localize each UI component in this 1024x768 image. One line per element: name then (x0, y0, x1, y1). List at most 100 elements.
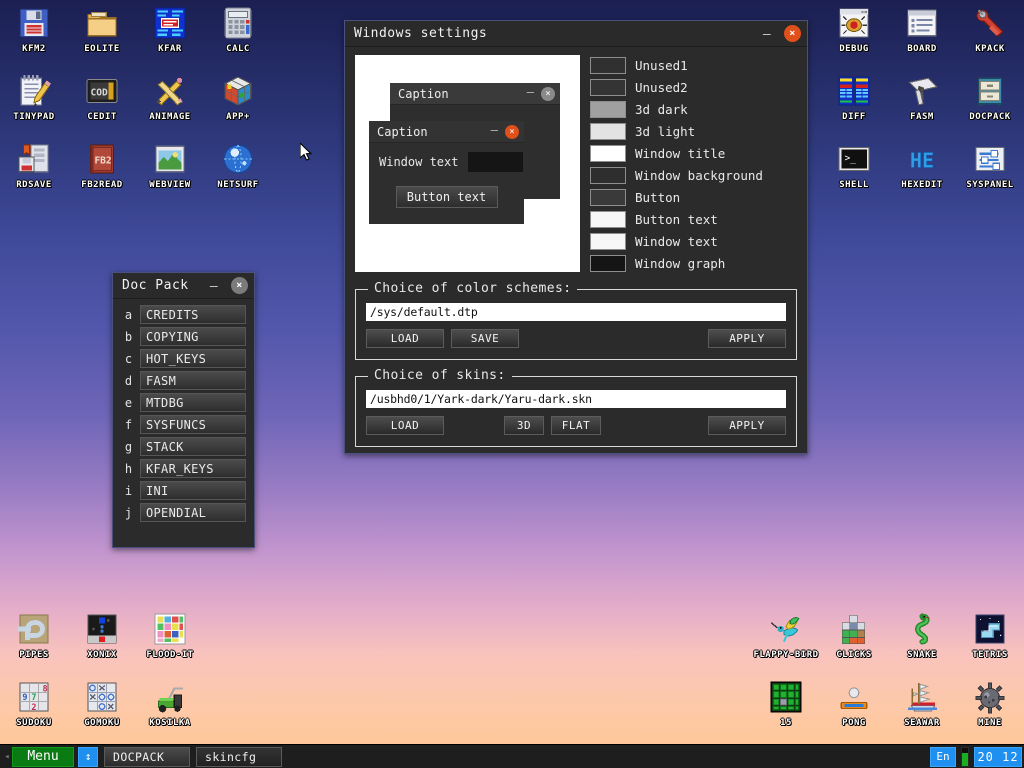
desktop-icon-xonix[interactable]: XONIX (68, 612, 136, 680)
docpack-item[interactable]: d FASM (121, 371, 246, 390)
docpack-item-button[interactable]: KFAR_KEYS (140, 459, 246, 478)
taskbar-resize-icon[interactable]: ↕ (78, 746, 98, 767)
desktop-icon-clicks[interactable]: CLICKS (820, 612, 888, 680)
desktop-icon-tetris[interactable]: TETRIS (956, 612, 1024, 680)
desktop-icon-flappy-bird[interactable]: FLAPPY-BIRD (752, 612, 820, 680)
color-swatch[interactable] (590, 255, 626, 272)
docpack-window[interactable]: Doc Pack – × a CREDITS b COPYING c HOT_KEYS d F… (112, 272, 255, 548)
desktop-icon-kfar[interactable]: KFAR (136, 6, 204, 74)
skin-path-input[interactable]: /usbhd0/1/Yark-dark/Yaru-dark.skn (366, 390, 786, 408)
color-item-row[interactable]: Unused1 (590, 56, 763, 75)
docpack-item[interactable]: e MTDBG (121, 393, 246, 412)
docpack-item-button[interactable]: FASM (140, 371, 246, 390)
desktop-icon-fb2read[interactable]: FB2 FB2READ (68, 142, 136, 210)
docpack-item[interactable]: f SYSFUNCS (121, 415, 246, 434)
color-swatch[interactable] (590, 189, 626, 206)
color-item-row[interactable]: Window graph (590, 254, 763, 273)
color-scheme-apply-button[interactable]: APPLY (708, 329, 786, 348)
docpack-item[interactable]: j OPENDIAL (121, 503, 246, 522)
desktop-icon-pong[interactable]: PONG (820, 680, 888, 744)
docpack-item-button[interactable]: OPENDIAL (140, 503, 246, 522)
skin-load-button[interactable]: LOAD (366, 416, 444, 435)
docpack-item[interactable]: c HOT_KEYS (121, 349, 246, 368)
desktop-icon-mine[interactable]: MINE (956, 680, 1024, 744)
minimize-icon[interactable]: – (205, 277, 223, 295)
settings-titlebar[interactable]: Windows settings – × (345, 21, 807, 47)
docpack-item-button[interactable]: COPYING (140, 327, 246, 346)
color-swatch[interactable] (590, 167, 626, 184)
skin-flat-button[interactable]: FLAT (551, 416, 601, 435)
desktop-icon-eolite[interactable]: EOLITE (68, 6, 136, 74)
color-scheme-path-input[interactable]: /sys/default.dtp (366, 303, 786, 321)
desktop-icon-pipes[interactable]: PIPES (0, 612, 68, 680)
desktop-icon-tinypad[interactable]: TINYPAD (0, 74, 68, 142)
desktop-icon-snake[interactable]: SNAKE (888, 612, 956, 680)
clock[interactable]: 20 12 (974, 746, 1022, 767)
close-icon[interactable]: × (784, 25, 801, 42)
docpack-item-button[interactable]: HOT_KEYS (140, 349, 246, 368)
color-swatch[interactable] (590, 57, 626, 74)
color-item-row[interactable]: Window background (590, 166, 763, 185)
desktop-icon-flood-it[interactable]: FLOOD-IT (136, 612, 204, 680)
docpack-item-button[interactable]: INI (140, 481, 246, 500)
desktop-icon-app-[interactable]: APP+ (204, 74, 272, 142)
docpack-item-button[interactable]: STACK (140, 437, 246, 456)
color-swatch[interactable] (590, 101, 626, 118)
desktop-icon-webview[interactable]: WEBVIEW (136, 142, 204, 210)
desktop-icon-board[interactable]: BOARD (888, 6, 956, 74)
color-item-row[interactable]: Button (590, 188, 763, 207)
color-swatch[interactable] (590, 211, 626, 228)
start-menu-button[interactable]: Menu (12, 746, 74, 767)
minimize-icon[interactable]: – (758, 25, 776, 43)
color-item-row[interactable]: Button text (590, 210, 763, 229)
desktop[interactable]: KFM2 EOLITE KFAR CALC TINYPAD CODE CEDIT ANIMAG… (0, 0, 1024, 744)
color-swatch[interactable] (590, 123, 626, 140)
color-item-row[interactable]: Unused2 (590, 78, 763, 97)
desktop-icon-fasm[interactable]: FASM (888, 74, 956, 142)
docpack-item-button[interactable]: MTDBG (140, 393, 246, 412)
desktop-icon-seawar[interactable]: SEAWAR (888, 680, 956, 744)
color-item-row[interactable]: Window text (590, 232, 763, 251)
docpack-item-button[interactable]: CREDITS (140, 305, 246, 324)
color-swatch[interactable] (590, 233, 626, 250)
windows-settings-window[interactable]: Windows settings – × Caption – × Caption… (344, 20, 808, 454)
desktop-icon-hexedit[interactable]: HE HEXEDIT (888, 142, 956, 210)
docpack-item[interactable]: h KFAR_KEYS (121, 459, 246, 478)
desktop-icon-docpack[interactable]: DOCPACK (956, 74, 1024, 142)
desktop-icon-shell[interactable]: >_ SHELL (820, 142, 888, 210)
taskbar-collapse-icon[interactable]: ◂ (2, 752, 12, 762)
color-swatch[interactable] (590, 145, 626, 162)
desktop-icon-calc[interactable]: CALC (204, 6, 272, 74)
color-item-row[interactable]: 3d light (590, 122, 763, 141)
skin-apply-button[interactable]: APPLY (708, 416, 786, 435)
desktop-icon-sudoku[interactable]: 8 9 7 2 SUDOKU (0, 680, 68, 744)
docpack-item[interactable]: a CREDITS (121, 305, 246, 324)
desktop-icon-rdsave[interactable]: RDSAVE (0, 142, 68, 210)
desktop-icon-animage[interactable]: ANIMAGE (136, 74, 204, 142)
desktop-icon-cedit[interactable]: CODE CEDIT (68, 74, 136, 142)
desktop-icon-kpack[interactable]: KPACK (956, 6, 1024, 74)
color-scheme-save-button[interactable]: SAVE (451, 329, 519, 348)
taskbar-task-skincfg[interactable]: skincfg (196, 746, 282, 767)
desktop-icon-kosilka[interactable]: KOSILKA (136, 680, 204, 744)
skin-3d-button[interactable]: 3D (504, 416, 544, 435)
color-scheme-load-button[interactable]: LOAD (366, 329, 444, 348)
desktop-icon-netsurf[interactable]: NETSURF (204, 142, 272, 210)
color-item-row[interactable]: 3d dark (590, 100, 763, 119)
desktop-icon-debug[interactable]: DEBUG (820, 6, 888, 74)
desktop-icon-syspanel[interactable]: SYSPANEL (956, 142, 1024, 210)
language-indicator[interactable]: En (930, 746, 956, 767)
desktop-icon-kfm2[interactable]: KFM2 (0, 6, 68, 74)
docpack-item-button[interactable]: SYSFUNCS (140, 415, 246, 434)
desktop-icon-diff[interactable]: DIFF (820, 74, 888, 142)
desktop-icon-15[interactable]: 15 (752, 680, 820, 744)
taskbar[interactable]: ◂ Menu ↕ DOCPACK skincfg En 20 12 (0, 744, 1024, 768)
docpack-item[interactable]: b COPYING (121, 327, 246, 346)
color-item-row[interactable]: Window title (590, 144, 763, 163)
docpack-item[interactable]: g STACK (121, 437, 246, 456)
color-swatch[interactable] (590, 79, 626, 96)
close-icon[interactable]: × (231, 277, 248, 294)
docpack-titlebar[interactable]: Doc Pack – × (113, 273, 254, 299)
taskbar-task-docpack[interactable]: DOCPACK (104, 746, 190, 767)
docpack-item[interactable]: i INI (121, 481, 246, 500)
